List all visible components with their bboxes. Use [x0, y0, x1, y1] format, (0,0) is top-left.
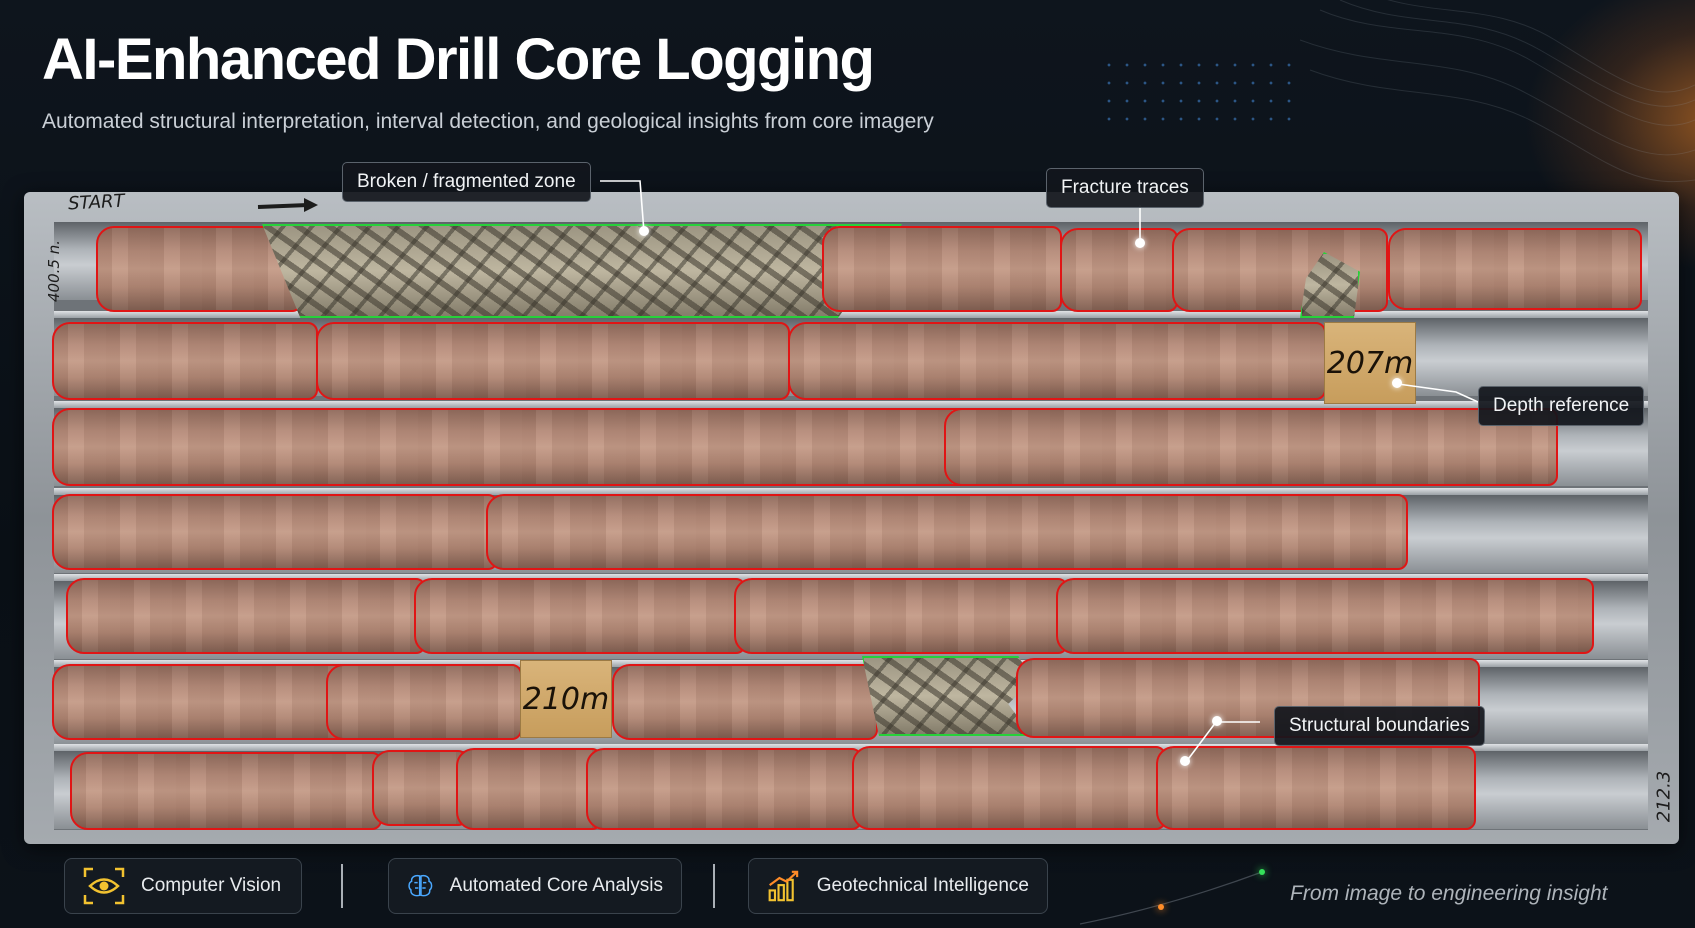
callout-depth-reference: Depth reference [1478, 386, 1645, 426]
left-depth-marking: 400.5 n. [45, 240, 63, 302]
callout-fracture-traces: Fracture traces [1046, 168, 1204, 208]
core-piece [52, 322, 318, 400]
core-piece [52, 494, 498, 570]
page-title: AI-Enhanced Drill Core Logging [42, 27, 875, 92]
feature-core-analysis: Automated Core Analysis [388, 858, 682, 914]
core-piece [822, 226, 1062, 312]
annotation-dot [1180, 756, 1190, 766]
core-piece [70, 752, 382, 830]
feature-label: Geotechnical Intelligence [816, 875, 1029, 896]
core-piece [788, 322, 1326, 400]
brain-icon [408, 874, 433, 897]
core-piece [486, 494, 1408, 570]
feature-computer-vision: Computer Vision [64, 858, 302, 914]
callout-broken-zone: Broken / fragmented zone [342, 162, 591, 202]
annotation-dot [1135, 238, 1145, 248]
start-marking: START [67, 190, 126, 215]
core-piece [326, 664, 522, 740]
annotation-dot [1212, 716, 1222, 726]
callout-structural-boundaries: Structural boundaries [1274, 706, 1485, 746]
core-piece [66, 578, 426, 654]
core-piece [1388, 228, 1642, 310]
core-piece [944, 408, 1558, 486]
fragmented-zone [862, 656, 1032, 736]
core-piece [52, 664, 352, 740]
core-piece [316, 322, 790, 400]
core-piece [852, 746, 1166, 830]
core-piece [1056, 578, 1594, 654]
core-piece [372, 750, 468, 826]
core-piece [456, 748, 602, 830]
footer-separator [713, 864, 715, 908]
eye-scan-icon [83, 867, 125, 905]
annotation-dot [639, 226, 649, 236]
annotation-dot [1392, 378, 1402, 388]
arrow-right-icon [257, 198, 318, 212]
core-piece [1156, 746, 1476, 830]
feature-label: Computer Vision [141, 875, 282, 896]
bar-chart-icon [768, 870, 799, 902]
footer-separator [341, 864, 343, 908]
contour-decoration [1300, 0, 1695, 183]
feature-geotechnical-intelligence: Geotechnical Intelligence [748, 858, 1048, 914]
dot-grid-decoration [1100, 56, 1300, 126]
page-subtitle: Automated structural interpretation, int… [42, 110, 934, 133]
depth-block-210: 210m [520, 660, 612, 738]
core-piece [1060, 228, 1178, 312]
feature-label: Automated Core Analysis [449, 875, 663, 896]
row-divider [54, 311, 1648, 318]
fragmented-zone [262, 224, 902, 318]
core-piece [414, 578, 746, 654]
depth-block-207: 207m [1324, 322, 1416, 404]
core-piece [612, 664, 878, 740]
right-depth-marking: 212.3 [1653, 770, 1675, 823]
glow-dot [1158, 904, 1164, 910]
core-piece [52, 408, 974, 486]
glow-dot [1259, 869, 1265, 875]
core-piece [734, 578, 1068, 654]
core-piece [586, 748, 862, 830]
tagline: From image to engineering insight [1290, 882, 1608, 905]
tagline-decoration [1080, 871, 1263, 925]
